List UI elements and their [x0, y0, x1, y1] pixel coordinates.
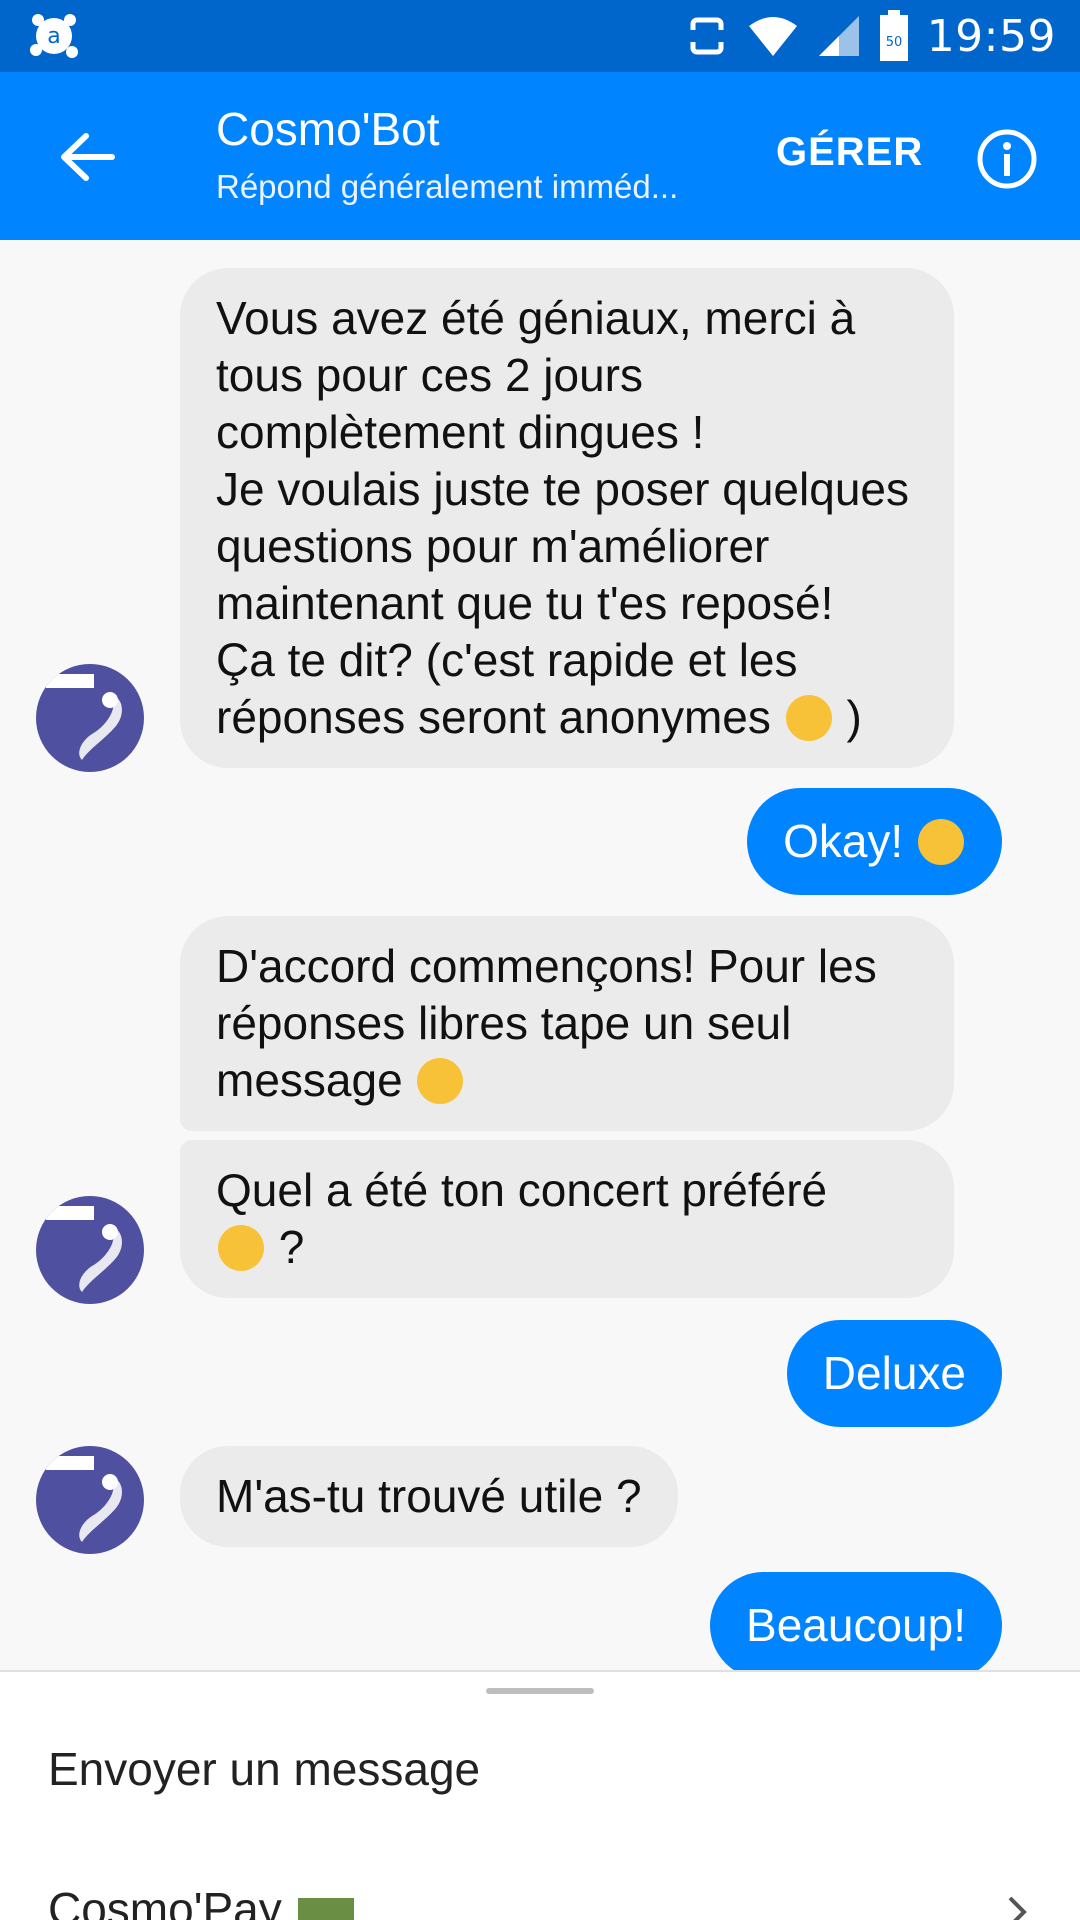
- bot-message-bubble: Vous avez été géniaux, merci à tous pour…: [180, 268, 954, 768]
- cosmobot-logo-icon: [46, 1206, 122, 1292]
- wink-emoji-icon: [785, 695, 832, 741]
- grin-emoji-icon: [918, 819, 964, 865]
- svg-text:50: 50: [885, 35, 902, 50]
- user-message-bubble: Beaucoup!: [710, 1572, 1002, 1670]
- response-time-subtitle: Répond généralement imméd...: [216, 168, 679, 205]
- bot-message-bubble: D'accord commençons! Pour les réponses l…: [180, 916, 954, 1131]
- signal-icon: [818, 16, 859, 56]
- composer-sheet: Envoyer un message Cosmo'Pay: [0, 1670, 1080, 1920]
- bot-avatar[interactable]: [36, 664, 144, 772]
- conversation-title[interactable]: Cosmo'Bot: [216, 102, 440, 156]
- wifi-icon: [748, 17, 797, 56]
- bot-message-bubble: Quel a été ton concert préféré ?: [180, 1140, 954, 1298]
- back-arrow-icon[interactable]: [52, 122, 122, 192]
- bot-message-bubble: M'as-tu trouvé utile ?: [180, 1446, 678, 1547]
- cosmobot-logo-icon: [46, 674, 122, 760]
- wink-emoji-icon: [417, 1058, 464, 1104]
- app-bar: Cosmo'Bot Répond généralement imméd... G…: [0, 72, 1080, 240]
- sync-icon: [686, 17, 727, 55]
- info-icon[interactable]: [976, 128, 1038, 190]
- avast-icon: a: [30, 14, 78, 58]
- user-message-bubble: Okay!: [747, 788, 1002, 895]
- message-list[interactable]: Vous avez été géniaux, merci à tous pour…: [0, 240, 1080, 1670]
- drag-handle[interactable]: [486, 1688, 594, 1694]
- svg-text:a: a: [47, 24, 60, 49]
- status-bar: a 50 19:59: [0, 0, 1080, 72]
- bot-avatar[interactable]: [36, 1446, 144, 1554]
- chevron-right-icon[interactable]: [1002, 1892, 1032, 1920]
- message-input[interactable]: Envoyer un message: [48, 1742, 480, 1796]
- menu-item-cosmopay[interactable]: Cosmo'Pay: [48, 1882, 354, 1920]
- user-message-bubble: Deluxe: [786, 1320, 1002, 1427]
- wink-emoji-icon: [218, 1225, 264, 1271]
- cosmobot-logo-icon: [46, 1456, 122, 1542]
- manage-button[interactable]: GÉRER: [776, 130, 923, 175]
- menu-item-label: Cosmo'Pay: [48, 1883, 282, 1920]
- battery-icon: 50: [879, 10, 908, 61]
- bot-avatar[interactable]: [36, 1196, 144, 1304]
- money-icon: [297, 1898, 354, 1920]
- clock: 19:59: [926, 10, 1056, 62]
